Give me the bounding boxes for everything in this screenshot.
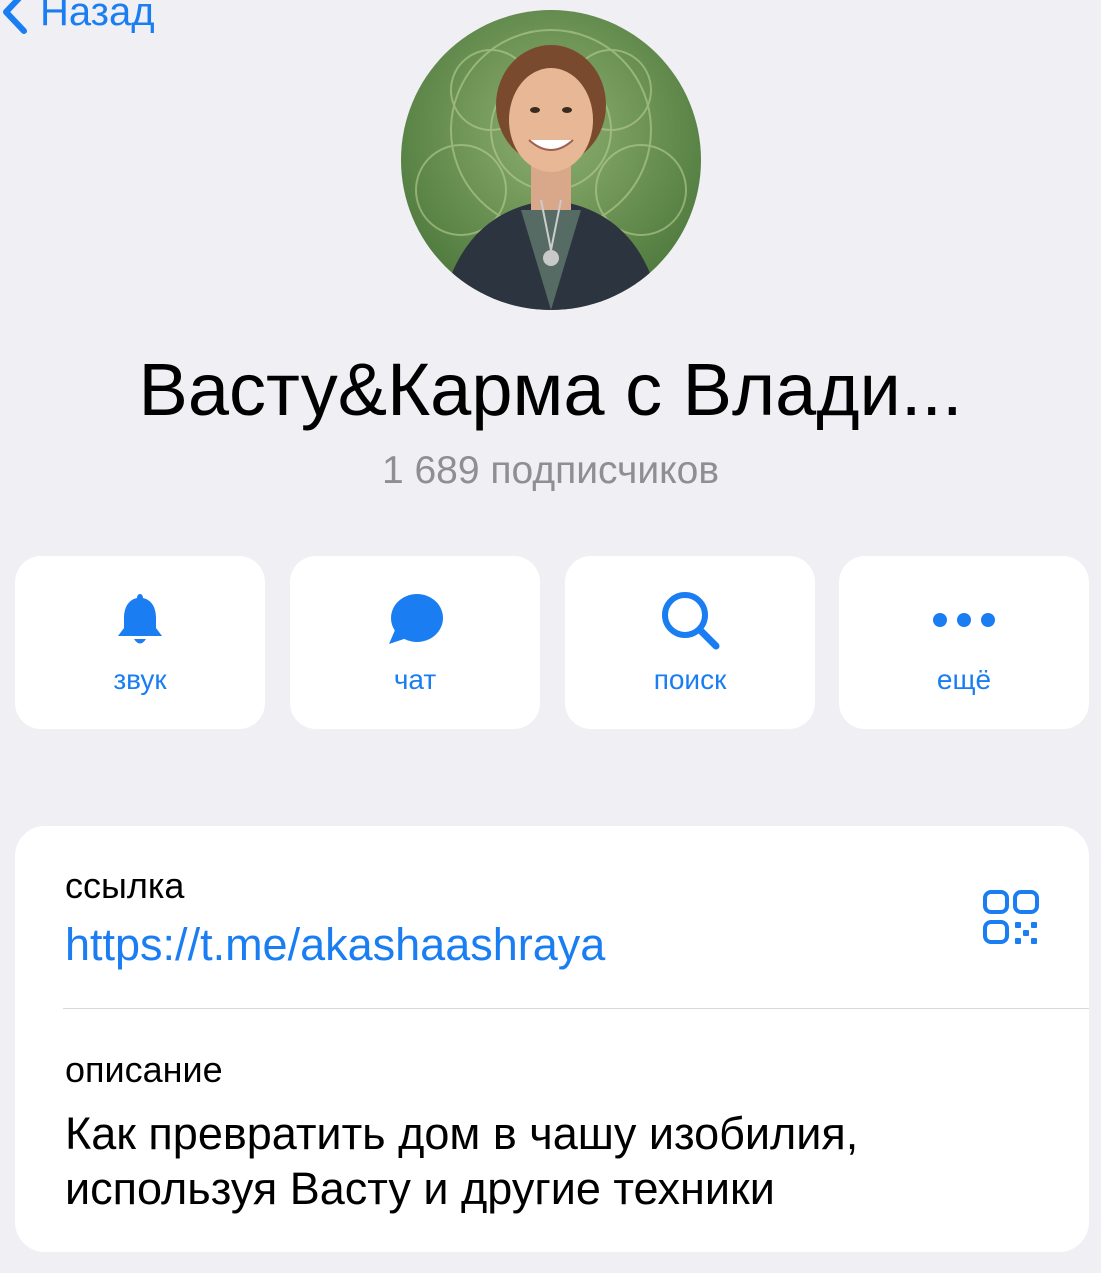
info-card: ссылка https://t.me/akashaashraya описан… <box>15 826 1089 1252</box>
sound-label: звук <box>113 664 167 695</box>
subscriber-count: 1 689 подписчиков <box>381 449 720 492</box>
channel-avatar[interactable] <box>401 10 701 310</box>
avatar-image <box>401 10 701 310</box>
chat-bubble-icon <box>385 588 445 652</box>
chat-label: чат <box>393 664 437 695</box>
more-button[interactable]: ещё <box>839 556 1089 729</box>
chat-button[interactable]: чат <box>290 556 540 729</box>
sound-button[interactable]: звук <box>15 556 265 729</box>
more-label: ещё <box>936 664 992 695</box>
back-label: Назад <box>40 0 155 34</box>
channel-title: Васту&Карма с Влади... <box>138 348 963 431</box>
description-text: Как превратить дом в чашу изобилия, испо… <box>65 1108 859 1214</box>
channel-link[interactable]: https://t.me/akashaashraya <box>65 917 605 973</box>
qr-code-icon <box>983 890 1039 944</box>
description-label: описание <box>65 1049 223 1090</box>
chevron-left-icon <box>3 0 27 34</box>
qr-code-button[interactable] <box>981 888 1041 953</box>
search-icon <box>658 588 722 652</box>
divider <box>63 1008 1089 1009</box>
search-label: поиск <box>653 664 727 695</box>
more-dots-icon <box>929 588 999 652</box>
link-label: ссылка <box>65 865 185 906</box>
back-button[interactable]: Назад <box>0 0 155 42</box>
search-button[interactable]: поиск <box>565 556 815 729</box>
bell-icon <box>110 588 170 652</box>
